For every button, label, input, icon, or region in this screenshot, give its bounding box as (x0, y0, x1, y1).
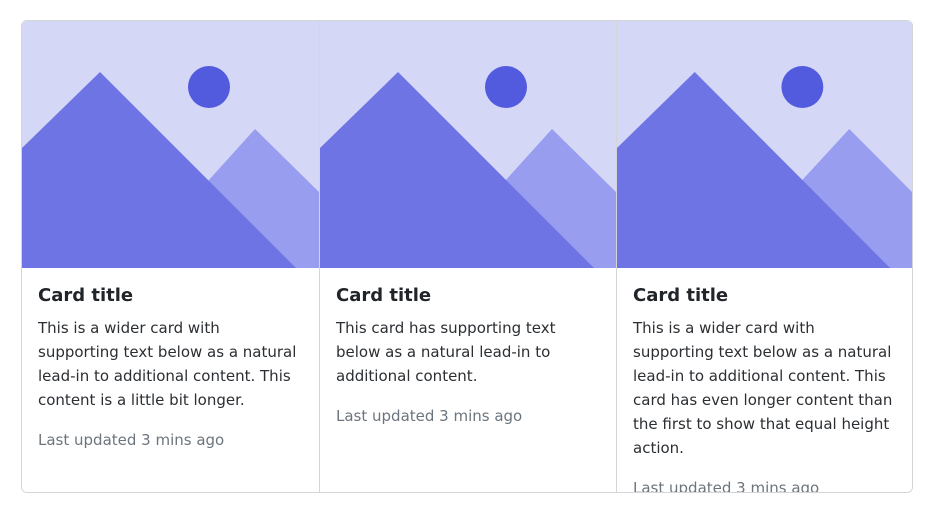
card-group: Card title This is a wider card with sup… (21, 20, 913, 493)
card-body: Card title This card has supporting text… (320, 268, 616, 428)
card-body: Card title This is a wider card with sup… (22, 268, 319, 452)
card-title: Card title (336, 285, 432, 306)
card-3: Card title This is a wider card with sup… (616, 21, 912, 492)
last-updated-text: Last updated 3 mins ago (633, 479, 820, 493)
card-1: Card title This is a wider card with sup… (22, 21, 319, 492)
landscape-image-icon (22, 21, 319, 268)
landscape-image-icon (320, 21, 616, 268)
card-text: This card has supporting text below as a… (336, 319, 556, 385)
landscape-image-icon (617, 21, 912, 268)
card-title: Card title (38, 285, 134, 306)
last-updated-text: Last updated 3 mins ago (38, 431, 225, 449)
card-text: This is a wider card with supporting tex… (38, 319, 297, 409)
last-updated-text: Last updated 3 mins ago (336, 407, 523, 425)
card-2: Card title This card has supporting text… (319, 21, 616, 492)
card-title: Card title (633, 285, 729, 306)
card-body: Card title This is a wider card with sup… (617, 268, 912, 493)
card-text: This is a wider card with supporting tex… (633, 319, 893, 457)
